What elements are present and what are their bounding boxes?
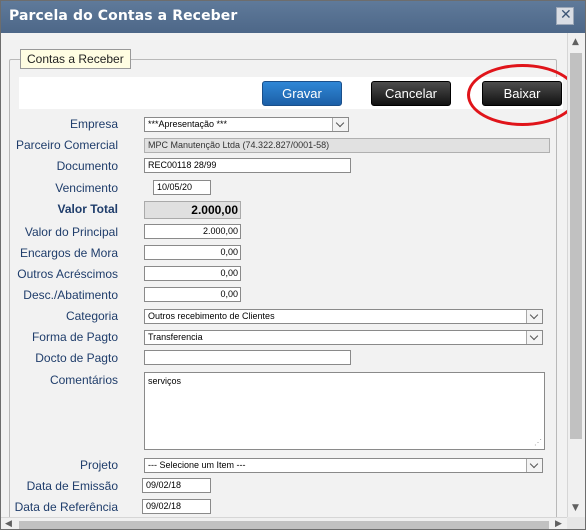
vencimento-field[interactable]: 10/05/20 bbox=[153, 180, 211, 195]
horizontal-scrollbar[interactable]: ◀ ▶ bbox=[1, 517, 567, 529]
chevron-down-icon bbox=[332, 118, 348, 131]
scroll-up-icon[interactable]: ▲ bbox=[572, 37, 579, 47]
desconto-label: Desc./Abatimento bbox=[23, 288, 118, 302]
docto-pagto-field[interactable] bbox=[144, 350, 351, 365]
categoria-select[interactable]: Outros recebimento de Clientes bbox=[144, 309, 543, 324]
scrollbar-corner bbox=[567, 517, 585, 529]
categoria-label: Categoria bbox=[65, 309, 118, 323]
close-button[interactable]: ✕ bbox=[556, 7, 574, 25]
window-title: Parcela do Contas a Receber bbox=[9, 8, 238, 24]
desconto-field[interactable]: 0,00 bbox=[144, 287, 241, 302]
valor-principal-label: Valor do Principal bbox=[24, 225, 118, 239]
data-referencia-field[interactable]: 09/02/18 bbox=[142, 499, 211, 514]
red-circle-annotation bbox=[467, 64, 567, 126]
title-bar[interactable]: Parcela do Contas a Receber ✕ bbox=[1, 1, 585, 33]
documento-label: Documento bbox=[56, 159, 118, 173]
encargos-field[interactable]: 0,00 bbox=[144, 245, 241, 260]
chevron-down-icon bbox=[526, 459, 542, 472]
comentarios-value: serviços bbox=[148, 376, 182, 386]
dialog-window: Parcela do Contas a Receber ✕ Contas a R… bbox=[0, 0, 586, 530]
valor-total-label: Valor Total bbox=[57, 202, 118, 216]
parceiro-field: MPC Manutenção Ltda (74.322.827/0001-58) bbox=[144, 138, 550, 153]
empresa-label: Empresa bbox=[69, 117, 118, 131]
empresa-value: ***Apresentação *** bbox=[148, 119, 228, 129]
projeto-select[interactable]: --- Selecione um Item --- bbox=[144, 458, 543, 473]
projeto-value: --- Selecione um Item --- bbox=[148, 460, 246, 470]
valor-principal-field[interactable]: 2.000,00 bbox=[144, 224, 241, 239]
vertical-scroll-thumb[interactable] bbox=[570, 53, 582, 439]
categoria-value: Outros recebimento de Clientes bbox=[148, 311, 275, 321]
data-referencia-label: Data de Referência bbox=[14, 500, 118, 514]
forma-pagto-value: Transferencia bbox=[148, 332, 203, 342]
outros-field[interactable]: 0,00 bbox=[144, 266, 241, 281]
cancelar-button[interactable]: Cancelar bbox=[371, 81, 451, 106]
resize-grip-icon[interactable]: ⋰ bbox=[534, 438, 542, 447]
documento-field[interactable]: REC00118 28/99 bbox=[144, 158, 351, 173]
data-emissao-label: Data de Emissão bbox=[26, 479, 118, 493]
comentarios-label: Comentários bbox=[49, 373, 118, 387]
scroll-right-icon[interactable]: ▶ bbox=[555, 519, 562, 529]
vencimento-label: Vencimento bbox=[55, 181, 118, 195]
encargos-label: Encargos de Mora bbox=[19, 246, 118, 260]
section-legend: Contas a Receber bbox=[20, 49, 131, 69]
chevron-down-icon bbox=[526, 331, 542, 344]
forma-pagto-select[interactable]: Transferencia bbox=[144, 330, 543, 345]
horizontal-scroll-thumb[interactable] bbox=[19, 521, 549, 529]
close-icon: ✕ bbox=[560, 7, 572, 23]
scroll-left-icon[interactable]: ◀ bbox=[5, 519, 12, 529]
valor-total-field: 2.000,00 bbox=[144, 201, 241, 219]
scroll-down-icon[interactable]: ▼ bbox=[572, 503, 579, 513]
docto-pagto-label: Docto de Pagto bbox=[35, 351, 118, 365]
empresa-select[interactable]: ***Apresentação *** bbox=[144, 117, 349, 132]
projeto-label: Projeto bbox=[79, 458, 118, 472]
data-emissao-field[interactable]: 09/02/18 bbox=[142, 478, 211, 493]
form-scroll-area: Contas a Receber Gravar Cancelar Baixar … bbox=[1, 33, 567, 517]
vertical-scrollbar[interactable]: ▲ ▼ bbox=[567, 33, 585, 517]
chevron-down-icon bbox=[526, 310, 542, 323]
outros-label: Outros Acréscimos bbox=[17, 267, 118, 281]
parceiro-label: Parceiro Comercial bbox=[15, 138, 118, 152]
gravar-button[interactable]: Gravar bbox=[262, 81, 342, 106]
forma-pagto-label: Forma de Pagto bbox=[31, 330, 118, 344]
comentarios-textarea[interactable]: serviços ⋰ bbox=[144, 372, 545, 450]
